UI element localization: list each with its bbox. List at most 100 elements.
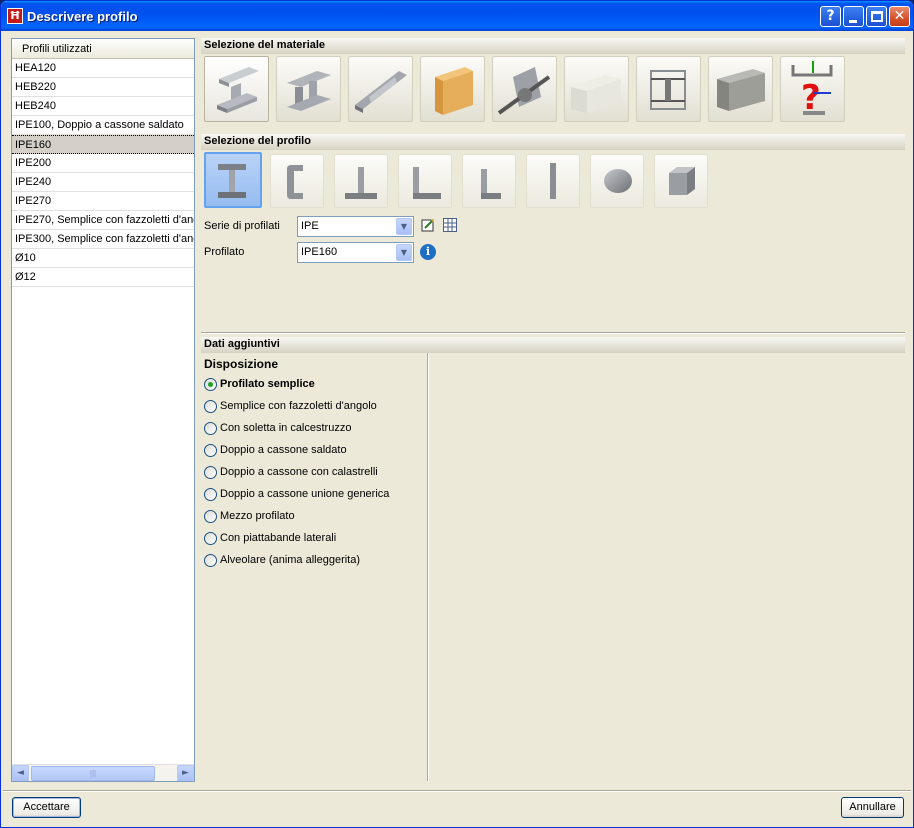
maximize-button[interactable] <box>866 6 887 27</box>
shape-c-channel-button[interactable] <box>270 154 324 208</box>
footer-divider <box>3 790 911 791</box>
series-select-value: IPE <box>301 220 319 232</box>
radio-label: Doppio a cassone con calastrelli <box>220 466 378 478</box>
radio-label: Alveolare (anima alleggerita) <box>220 554 361 566</box>
radio-button[interactable] <box>204 378 217 391</box>
radio-button[interactable] <box>204 488 217 501</box>
scrollbar-thumb[interactable]: ||| <box>31 766 155 781</box>
square-bar-shape-icon <box>669 167 695 195</box>
shape-l-unequal-button[interactable] <box>462 154 516 208</box>
radio-label: Doppio a cassone saldato <box>220 444 347 456</box>
shape-square-bar-button[interactable] <box>654 154 708 208</box>
radio-button[interactable] <box>204 444 217 457</box>
aluminum-icon <box>497 67 551 115</box>
accept-button[interactable]: Accettare <box>12 797 81 818</box>
radio-label: Doppio a cassone unione generica <box>220 488 390 500</box>
series-dropdown-arrow-icon[interactable]: ▼ <box>396 218 412 235</box>
vertical-divider <box>427 353 428 781</box>
info-icon[interactable]: i <box>420 244 436 260</box>
list-item[interactable]: Ø12 <box>12 268 194 287</box>
shape-round-bar-button[interactable] <box>590 154 644 208</box>
round-bar-shape-icon <box>604 169 632 193</box>
scroll-right-arrow-icon[interactable]: ► <box>177 765 194 781</box>
wood-icon <box>435 67 473 115</box>
list-item[interactable]: IPE100, Doppio a cassone saldato <box>12 116 194 135</box>
help-button[interactable]: ? <box>820 6 841 27</box>
series-label: Serie di profilati <box>204 220 280 232</box>
edit-series-button[interactable] <box>421 218 435 232</box>
list-items: HEA120 HEB220 HEB240 IPE100, Doppio a casso… <box>12 59 194 287</box>
series-select[interactable]: IPE ▼ <box>297 216 414 237</box>
shape-i-beam-button[interactable] <box>204 152 262 208</box>
c-channel-shape-icon <box>287 165 303 199</box>
material-user-button[interactable]: ? <box>780 56 845 122</box>
list-item[interactable]: Ø10 <box>12 249 194 268</box>
scroll-left-arrow-icon[interactable]: ◄ <box>12 765 29 781</box>
radio-label: Mezzo profilato <box>220 510 295 522</box>
close-button[interactable]: ✕ <box>889 6 910 27</box>
material-steel-rolled-button[interactable] <box>204 56 269 122</box>
l-unequal-angle-shape-icon <box>481 169 501 199</box>
profile-select-value: IPE160 <box>301 246 338 258</box>
t-shape-icon <box>345 167 377 199</box>
app-icon: Ħ <box>7 8 23 24</box>
material-aluminum-button[interactable] <box>492 56 557 122</box>
shape-flat-plate-button[interactable] <box>526 154 580 208</box>
additional-section-header: Dati aggiuntivi <box>201 337 905 353</box>
steel-welded-icon <box>287 71 331 111</box>
list-header[interactable]: Profili utilizzati <box>12 39 194 59</box>
series-table-button[interactable] <box>443 218 457 232</box>
user-profile-icon: ? <box>791 61 833 118</box>
shape-t-button[interactable] <box>334 154 388 208</box>
l-angle-shape-icon <box>413 167 441 199</box>
minimize-button[interactable] <box>843 6 864 27</box>
profile-select[interactable]: IPE160 ▼ <box>297 242 414 263</box>
material-generic-button[interactable] <box>636 56 701 122</box>
material-concrete-button[interactable] <box>708 56 773 122</box>
radio-label: Semplice con fazzoletti d'angolo <box>220 400 377 412</box>
material-wood-button[interactable] <box>420 56 485 122</box>
minimize-icon <box>849 20 857 23</box>
list-item[interactable]: HEB220 <box>12 78 194 97</box>
material-section-header: Selezione del materiale <box>201 38 905 54</box>
radio-label: Profilato semplice <box>220 378 315 390</box>
steel-rolled-icon <box>217 67 259 113</box>
dialog-window: Ħ Descrivere profilo ? ✕ Profili utilizz… <box>0 0 914 828</box>
generic-profile-icon <box>650 70 686 110</box>
list-item[interactable]: IPE240 <box>12 173 194 192</box>
shape-l-angle-button[interactable] <box>398 154 452 208</box>
table-grid-icon <box>443 218 457 232</box>
list-item[interactable]: HEB240 <box>12 97 194 116</box>
list-item[interactable]: HEA120 <box>12 59 194 78</box>
radio-button[interactable] <box>204 554 217 567</box>
material-steel-tube-button[interactable] <box>564 56 629 122</box>
arrangement-label: Disposizione <box>204 357 279 371</box>
radio-button[interactable] <box>204 510 217 523</box>
radio-label: Con soletta in calcestruzzo <box>220 422 352 434</box>
edit-pencil-icon <box>421 219 434 232</box>
list-item[interactable]: IPE300, Semplice con fazzoletti d'angolo <box>12 230 194 249</box>
window-title: Descrivere profilo <box>27 9 138 24</box>
radio-button[interactable] <box>204 466 217 479</box>
list-item[interactable]: IPE160 <box>12 135 194 154</box>
section-divider <box>201 332 905 333</box>
list-item[interactable]: IPE270, Semplice con fazzoletti d'angolo <box>12 211 194 230</box>
material-steel-welded-button[interactable] <box>276 56 341 122</box>
used-profiles-list[interactable]: Profili utilizzati HEA120 HEB220 HEB240 IPE… <box>11 38 195 782</box>
profile-section-header: Selezione del profilo <box>201 134 905 150</box>
radio-button[interactable] <box>204 532 217 545</box>
steel-tube-icon <box>571 75 621 113</box>
maximize-icon <box>871 11 883 22</box>
radio-button[interactable] <box>204 400 217 413</box>
material-cold-formed-button[interactable] <box>348 56 413 122</box>
horizontal-scrollbar[interactable]: ◄ ||| ► <box>12 764 194 781</box>
radio-button[interactable] <box>204 422 217 435</box>
i-beam-shape-icon <box>218 164 246 198</box>
flat-plate-shape-icon <box>550 163 556 199</box>
cancel-button[interactable]: Annullare <box>841 797 904 818</box>
profile-dropdown-arrow-icon[interactable]: ▼ <box>396 244 412 261</box>
list-item[interactable]: IPE200 <box>12 154 194 173</box>
list-item[interactable]: IPE270 <box>12 192 194 211</box>
radio-label: Con piattabande laterali <box>220 532 337 544</box>
title-bar[interactable]: Ħ Descrivere profilo ? ✕ <box>1 1 913 31</box>
